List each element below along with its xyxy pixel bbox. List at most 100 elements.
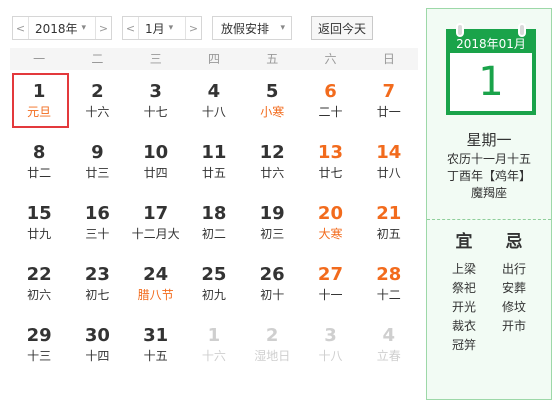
lunar-label: 十二: [376, 288, 401, 302]
day-cell[interactable]: 15 廿九: [10, 198, 68, 259]
month-dropdown[interactable]: 1月 ▾: [139, 17, 185, 39]
holiday-dropdown[interactable]: 放假安排 ▾: [212, 16, 292, 40]
day-cell[interactable]: 29 十三: [10, 320, 68, 381]
desk-calendar-icon: 2018年01月 1: [446, 23, 536, 115]
day-number: 16: [84, 203, 110, 224]
lunar-label: 初十: [260, 288, 285, 302]
day-number: 2: [265, 325, 279, 346]
day-cell[interactable]: 13 廿七: [301, 137, 359, 198]
day-cell[interactable]: 6 二十: [301, 76, 359, 137]
lunar-label: 廿四: [143, 166, 168, 180]
yi-column: 宜 上梁 祭祀 开光 裁衣 冠笄: [452, 231, 476, 355]
lunar-label: 初二: [201, 227, 226, 241]
day-cell[interactable]: 2 湿地日: [243, 320, 301, 381]
day-cell[interactable]: 27 十一: [301, 259, 359, 320]
lunar-label: 立春: [376, 349, 401, 363]
day-cell[interactable]: 2 十六: [68, 76, 126, 137]
holiday-dropdown-value[interactable]: 放假安排 ▾: [213, 17, 291, 39]
day-number: 25: [201, 264, 227, 285]
lunar-label: 初三: [260, 227, 285, 241]
day-cell[interactable]: 23 初七: [68, 259, 126, 320]
yi-ji-section: 宜 上梁 祭祀 开光 裁衣 冠笄 忌 出行 安葬 修坟 开市: [427, 231, 551, 355]
month-caret-icon: ▾: [168, 23, 174, 33]
day-cell[interactable]: 1 十六: [185, 320, 243, 381]
day-cell[interactable]: 3 十七: [127, 76, 185, 137]
day-cell[interactable]: 28 十二: [360, 259, 418, 320]
day-number: 7: [382, 81, 395, 102]
month-selector[interactable]: < 1月 ▾ >: [122, 16, 202, 40]
day-cell[interactable]: 17 十二月大: [127, 198, 185, 259]
lunar-label: 十八: [201, 105, 226, 119]
lunar-label: 三十: [85, 227, 110, 241]
lunar-label: 大寒: [318, 227, 343, 241]
prev-month-arrow-icon[interactable]: <: [123, 17, 139, 39]
day-number: 3: [324, 325, 337, 346]
day-number: 3: [149, 81, 162, 102]
year-caret-icon: ▾: [81, 23, 87, 33]
day-cell[interactable]: 19 初三: [243, 198, 301, 259]
day-cell[interactable]: 8 廿二: [10, 137, 68, 198]
day-cell[interactable]: 21 初五: [360, 198, 418, 259]
lunar-label: 初六: [27, 288, 52, 302]
lunar-label: 十三: [27, 349, 52, 363]
lunar-label: 廿六: [260, 166, 285, 180]
day-cell[interactable]: 16 三十: [68, 198, 126, 259]
weekday-header: 一 二 三 四 五 六 日: [10, 48, 418, 70]
next-year-arrow-icon[interactable]: >: [95, 17, 111, 39]
ji-item: 安葬: [502, 281, 527, 295]
panel-divider: [427, 219, 551, 220]
next-month-arrow-icon[interactable]: >: [185, 17, 201, 39]
lunar-label: 十五: [143, 349, 168, 363]
year-value: 2018年: [35, 21, 78, 36]
constellation: 魔羯座: [470, 186, 507, 200]
lunar-label: 二十: [318, 105, 343, 119]
day-cell[interactable]: 12 廿六: [243, 137, 301, 198]
day-number: 9: [91, 142, 104, 163]
lunar-label: 廿九: [27, 227, 52, 241]
yi-item: 上梁: [451, 262, 476, 276]
weekday-label: 六: [324, 52, 337, 66]
day-number: 5: [265, 81, 279, 102]
prev-year-arrow-icon[interactable]: <: [13, 17, 29, 39]
day-number: 1: [207, 325, 221, 346]
day-cell[interactable]: 10 廿四: [127, 137, 185, 198]
day-number: 27: [317, 264, 343, 285]
day-number: 23: [84, 264, 110, 285]
day-number: 8: [32, 142, 46, 163]
day-number: 2: [91, 81, 104, 102]
day-cell[interactable]: 3 十八: [301, 320, 359, 381]
day-cell[interactable]: 25 初九: [185, 259, 243, 320]
day-cell[interactable]: 18 初二: [185, 198, 243, 259]
weekday-label: 一: [33, 52, 46, 66]
day-number: 4: [207, 81, 221, 102]
lunar-label: 十二月大: [131, 227, 180, 241]
lunar-label: 廿二: [27, 166, 52, 180]
lunar-label: 十六: [85, 105, 110, 119]
day-number: 14: [376, 142, 402, 163]
day-number: 29: [26, 325, 52, 346]
day-number: 4: [382, 325, 395, 346]
day-number: 31: [143, 325, 169, 346]
day-cell[interactable]: 20 大寒: [301, 198, 359, 259]
day-cell[interactable]: 31 十五: [127, 320, 185, 381]
day-cell[interactable]: 4 十八: [185, 76, 243, 137]
day-cell[interactable]: 26 初十: [243, 259, 301, 320]
back-to-today-button[interactable]: 返回今天: [311, 16, 373, 40]
day-cell[interactable]: 30 十四: [68, 320, 126, 381]
day-cell[interactable]: 7 廿一: [360, 76, 418, 137]
day-cell[interactable]: 14 廿八: [360, 137, 418, 198]
lunar-label: 初五: [376, 227, 401, 241]
year-dropdown[interactable]: 2018年 ▾: [29, 17, 95, 39]
weekday-label: 日: [382, 52, 395, 66]
selected-weekday: 星期一: [466, 131, 512, 149]
day-cell[interactable]: 24 腊八节: [127, 259, 185, 320]
day-cell[interactable]: 4 立春: [360, 320, 418, 381]
lunar-label: 十六: [201, 349, 226, 363]
day-number: 30: [84, 325, 110, 346]
day-cell[interactable]: 5 小寒: [243, 76, 301, 137]
day-cell[interactable]: 22 初六: [10, 259, 68, 320]
day-cell-selected[interactable]: 1 元旦: [10, 73, 70, 137]
day-cell[interactable]: 11 廿五: [185, 137, 243, 198]
year-selector[interactable]: < 2018年 ▾ >: [12, 16, 112, 40]
day-cell[interactable]: 9 廿三: [68, 137, 126, 198]
